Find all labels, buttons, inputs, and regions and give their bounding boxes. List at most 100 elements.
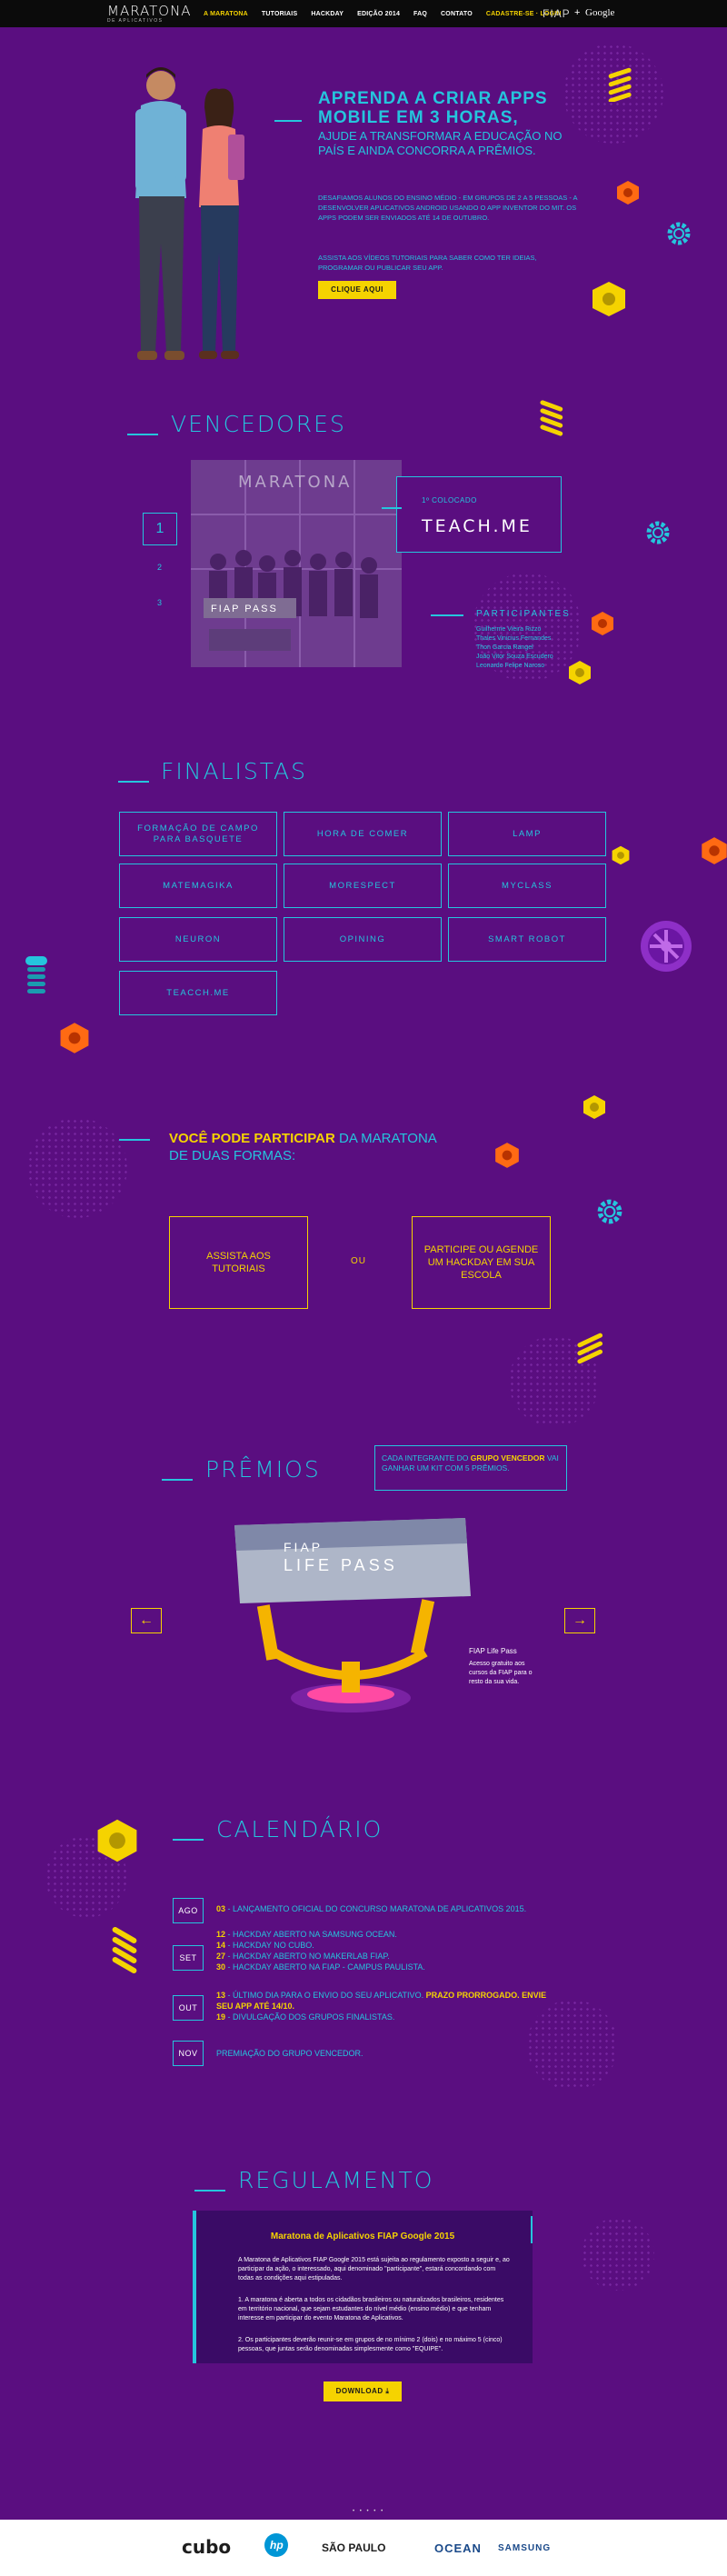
month-badge: SET (173, 1945, 204, 1971)
hero-description: DESAFIAMOS ALUNOS DO ENSINO MÉDIO - EM G… (318, 194, 578, 222)
rules-paragraph: 1. A maratona é aberta a todos os cidadã… (238, 2297, 504, 2321)
spring-icon (577, 1333, 603, 1364)
option-watch-tutorials[interactable]: ASSISTA AOS TUTORIAIS (169, 1216, 308, 1309)
nav-item-contato[interactable]: CONTATO (441, 11, 473, 17)
month-badge: OUT (173, 1995, 204, 2021)
option-hackday[interactable]: PARTICIPE OU AGENDE UM HACKDAY EM SUA ES… (412, 1216, 551, 1309)
cubo-logo[interactable]: cubo (182, 2536, 231, 2558)
prizes-title: PRÊMIOS (205, 1456, 321, 1483)
hp-logo-text: hp (270, 2539, 284, 2551)
fiap-logo[interactable]: FIAP (543, 7, 571, 20)
winner-slide-1[interactable]: 1 (143, 513, 177, 545)
hero-subtitle: AJUDE A TRANSFORMAR A EDUCAÇÃO NO PAÍS E… (318, 129, 563, 157)
rules-paragraph: 2. Os participantes deverão reunir-se em… (238, 2337, 503, 2352)
prize-prev-button[interactable]: ← (131, 1608, 162, 1633)
nav-item-edicao-2014[interactable]: EDIÇÃO 2014 (357, 11, 400, 17)
calendar-title: CALENDÁRIO (216, 1816, 383, 1842)
decor-dots (27, 1118, 127, 1218)
nav-item-tutoriais[interactable]: TUTORIAIS (262, 11, 297, 17)
finalists-title: FINALISTAS (161, 758, 308, 784)
event-day: 14 (216, 1941, 226, 1950)
section-accent-line (194, 2190, 225, 2192)
participate-title-bold: VOCÊ PODE PARTICIPAR (169, 1131, 335, 1146)
event-text: - HACKDAY NO CUBO. (225, 1941, 314, 1950)
event-text: - LANÇAMENTO OFICIAL DO CONCURSO MARATON… (225, 1904, 527, 1913)
prize-info-text: CADA INTEGRANTE DO GRUPO VENCEDOR VAI GA… (382, 1453, 563, 1473)
prize-caption: Acesso gratuito aos cursos da FIAP para … (469, 1661, 533, 1685)
gear-icon (646, 521, 670, 544)
month-badge: AGO (173, 1898, 204, 1923)
hero-cta-button[interactable]: CLIQUE AQUI (318, 281, 396, 299)
participant-name: João Vitor Souza Escudero (476, 654, 553, 660)
participant-name: Leonardo Felipe Naroso (476, 663, 545, 669)
section-accent-line (127, 434, 158, 435)
event-day: 13 (216, 1991, 226, 2000)
finalist-card[interactable]: NEURON (119, 917, 277, 962)
winner-slide-3[interactable]: 3 (157, 598, 162, 607)
finalist-card[interactable]: SMART ROBOT (448, 917, 606, 962)
download-button[interactable]: DOWNLOAD ⤓ (324, 2381, 402, 2401)
top-navbar: MARATONA DE APLICATIVOS A MARATONA TUTOR… (0, 0, 727, 27)
hero-description-tutorials: ASSISTA AOS VÍDEOS TUTORIAIS PARA SABER … (318, 254, 537, 272)
event-day: 30 (216, 1962, 226, 1972)
samsung-logo[interactable]: SAMSUNG (498, 2543, 551, 2553)
nut-icon (569, 661, 591, 684)
calendar-events: 12 - HACKDAY ABERTO NA SAMSUNG OCEAN. 14… (216, 1929, 580, 1972)
rules-title: REGULAMENTO (238, 2167, 434, 2193)
event-text: PREMIAÇÃO DO GRUPO VENCEDOR. (216, 2049, 364, 2058)
finalist-card[interactable]: TEACCH.ME (119, 971, 277, 1015)
ocean-logo[interactable]: OCEAN (434, 2541, 482, 2555)
or-label: OU (351, 1256, 366, 1266)
winner-slide-2[interactable]: 2 (157, 563, 162, 572)
winners-title: VENCEDORES (171, 411, 346, 437)
finalist-card[interactable]: FORMAÇÃO DE CAMPO PARA BASQUETE (119, 812, 277, 856)
photo-caption: MARATONA (238, 473, 353, 492)
nut-icon (612, 845, 630, 865)
participate-title: VOCÊ PODE PARTICIPAR DA MARATONA DE DUAS… (169, 1130, 442, 1164)
winner-place: 1º COLOCADO (422, 496, 477, 504)
rules-paragraph: A Maratona de Aplicativos FIAP Google 20… (238, 2257, 510, 2281)
nut-icon (617, 181, 639, 205)
finalist-card[interactable]: MYCLASS (448, 864, 606, 908)
event-text: - HACKDAY ABERTO NA FIAP - CAMPUS PAULIS… (225, 1962, 425, 1972)
finalist-card[interactable]: MORESPECT (284, 864, 442, 908)
winners-photo: MARATONA FIAP PASS (191, 460, 402, 667)
spring-icon (25, 956, 47, 993)
prize-info-bold: GRUPO VENCEDOR (470, 1453, 545, 1463)
nut-icon (495, 1143, 519, 1168)
hero-title: APRENDA A CRIAR APPS MOBILE EM 3 HORAS, (318, 89, 548, 127)
event-text: - ÚLTIMO DIA PARA O ENVIO DO SEU APLICAT… (225, 1991, 426, 2000)
nut-icon (593, 282, 625, 316)
nav-item-hackday[interactable]: HACKDAY (311, 11, 344, 17)
sao-paulo-logo[interactable]: SÃO PAULO (322, 2541, 385, 2554)
gear-icon (667, 222, 691, 245)
finalist-card[interactable]: OPINING (284, 917, 442, 962)
google-logo[interactable]: Google (585, 7, 614, 18)
hero-students-photo (135, 67, 244, 360)
finalist-card[interactable]: MATEMAGIKA (119, 864, 277, 908)
finalist-card[interactable]: LAMP (448, 812, 606, 856)
prize-next-button[interactable]: → (564, 1608, 595, 1633)
nav-menu: A MARATONA TUTORIAIS HACKDAY EDIÇÃO 2014… (204, 0, 575, 27)
participants-accent-line (431, 614, 463, 616)
nav-item-faq[interactable]: FAQ (413, 11, 427, 17)
plus-icon: + (574, 7, 581, 18)
nav-item-a-maratona[interactable]: A MARATONA (204, 11, 248, 17)
decor-dots (582, 2218, 654, 2291)
spring-icon (540, 400, 563, 436)
maratona-logo[interactable]: MARATONA DE APLICATIVOS (107, 5, 198, 25)
finalist-card[interactable]: HORA DE COMER (284, 812, 442, 856)
event-text: - HACKDAY ABERTO NO MAKERLAB FIAP. (225, 1952, 390, 1961)
prize-caption-title: FIAP Life Pass (469, 1647, 517, 1655)
event-day: 19 (216, 2012, 226, 2022)
rules-scrollbar[interactable] (531, 2216, 533, 2243)
nut-icon (592, 612, 613, 635)
section-accent-line (118, 781, 149, 783)
event-day: 12 (216, 1930, 226, 1939)
month-badge: NOV (173, 2041, 204, 2066)
participants-title: PARTICIPANTES (476, 609, 571, 619)
event-day: 03 (216, 1904, 226, 1913)
section-accent-line (119, 1139, 150, 1141)
page-indicator: • • • • • (353, 2509, 385, 2514)
event-text: - HACKDAY ABERTO NA SAMSUNG OCEAN. (225, 1930, 397, 1939)
